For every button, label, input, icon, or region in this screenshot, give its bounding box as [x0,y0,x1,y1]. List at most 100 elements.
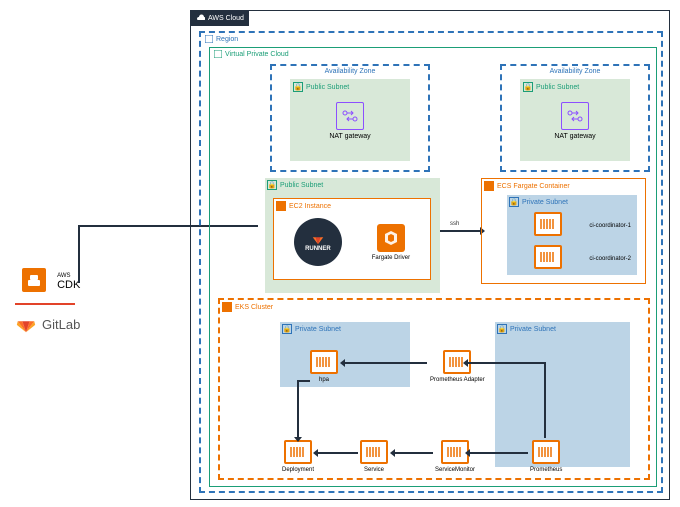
service-monitor-label: ServiceMonitor [435,467,475,473]
container-icon [284,440,312,464]
runner-label: RUNNER [305,246,331,252]
gitlab-runner: RUNNER [294,218,342,266]
eks-ps-right-header: 🔒 Private Subnet [495,322,630,336]
aws-cloud-title: AWS Cloud [208,15,244,22]
ecs-fargate-label: ECS Fargate Container [497,183,570,190]
ec2-instance-label: EC2 Instance [289,203,331,210]
service-service: Service [360,440,388,473]
prometheus-service: Prometheus [530,440,562,473]
container-icon [534,212,562,236]
lock-icon: 🔒 [497,324,507,334]
availability-zone-right: Availability Zone 🔒 Public Subnet NAT ga… [500,64,650,172]
ssh-label: ssh [450,221,459,227]
prometheus-adapter-service: Prometheus Adapter [430,350,485,383]
az-left-label: Availability Zone [272,68,428,75]
aws-cloud-icon [195,13,205,23]
eks-ps-left-label: Private Subnet [295,326,341,333]
vpc-icon [214,50,222,58]
region-label: Region [216,36,238,43]
fargate-subnet-label: Private Subnet [522,199,568,206]
fargate-private-subnet: 🔒 Private Subnet ci-coordinator-1 ci-coo… [507,195,637,275]
region-icon [205,35,213,43]
ec2-instance: EC2 Instance RUNNER Fargate Driver [273,198,431,280]
eks-private-subnet-left: 🔒 Private Subnet [280,322,410,387]
public-subnet-right: 🔒 Public Subnet NAT gateway [520,79,630,161]
prom-to-adapter-h-arrow [468,362,545,364]
public-subnet-right-header: 🔒 Public Subnet [521,80,629,94]
public-subnet-left-label: Public Subnet [306,84,349,91]
fargate-driver: Fargate Driver [372,224,410,261]
public-subnet-left: 🔒 Public Subnet NAT gateway [290,79,410,161]
ecs-fargate-header: ECS Fargate Container [482,179,645,193]
gitlab-item: GitLab [15,313,80,335]
lock-icon: 🔒 [282,324,292,334]
service-label: Service [364,467,384,473]
gitlab-label: GitLab [42,317,80,332]
ecs-fargate-container: ECS Fargate Container 🔒 Private Subnet c… [481,178,646,284]
deployment-label: Deployment [282,467,314,473]
external-vertical-arrow [78,225,80,283]
fargate-driver-icon [377,224,405,252]
nat-gateway-left: NAT gateway [291,94,409,148]
coord1-label: ci-coordinator-1 [589,223,631,229]
nat-icon [336,102,364,130]
aws-cloud-container: AWS Cloud Region Virtual Private Cloud A… [190,10,670,500]
ec2-public-subnet: 🔒 Public Subnet EC2 Instance RUNNER [265,178,440,293]
prom-to-monitor-arrow [470,452,528,454]
region-header: Region [201,33,661,45]
hpa-service: hpa [310,350,338,383]
prometheus-label: Prometheus [530,467,562,473]
ci-coordinator-2: ci-coordinator-2 [507,242,637,275]
ec2-badge-icon [276,201,286,211]
monitor-to-service-arrow [395,452,433,454]
ecs-badge-icon [484,181,494,191]
eks-private-subnet-right: 🔒 Private Subnet [495,322,630,467]
nat-icon [561,102,589,130]
cdk-icon [22,268,46,292]
az-right-label: Availability Zone [502,68,648,75]
nat-right-label: NAT gateway [521,133,629,140]
region-container: Region Virtual Private Cloud Availabilit… [199,31,663,493]
eks-ps-right-label: Private Subnet [510,326,556,333]
public-subnet-left-header: 🔒 Public Subnet [291,80,409,94]
vpc-container: Virtual Private Cloud Availability Zone … [209,47,657,487]
eks-cluster: EKS Cluster 🔒 Private Subnet 🔒 Private S… [218,298,650,480]
fargate-driver-label: Fargate Driver [372,255,410,261]
nat-gateway-right: NAT gateway [521,94,629,148]
prom-to-adapter-v-arrow [544,362,546,438]
ci-coordinator-1: ci-coordinator-1 [507,209,637,242]
vpc-header: Virtual Private Cloud [210,48,656,60]
availability-zone-left: Availability Zone 🔒 Public Subnet NAT ga… [270,64,430,172]
container-icon [310,350,338,374]
deployment-service: Deployment [282,440,314,473]
container-icon [360,440,388,464]
gitlab-icon [15,313,37,335]
ssh-arrow [440,230,480,232]
external-services: AWS CDK GitLab [15,268,80,335]
external-divider [15,303,75,305]
coord2-label: ci-coordinator-2 [589,256,631,262]
lock-icon: 🔒 [293,82,303,92]
hpa-to-deploy-arrow [297,380,299,437]
lock-icon: 🔒 [267,180,277,190]
hpa-horiz-arrow [297,380,310,382]
ec2-content: RUNNER Fargate Driver [274,213,430,271]
cdk-label: CDK [57,279,80,291]
nat-left-label: NAT gateway [291,133,409,140]
eks-cluster-header: EKS Cluster [220,300,648,314]
eks-ps-left-header: 🔒 Private Subnet [280,322,410,336]
adapter-to-hpa-arrow [345,362,427,364]
container-icon [534,245,562,269]
gitlab-runner-icon [310,232,326,246]
eks-cluster-label: EKS Cluster [235,304,273,311]
public-subnet-right-label: Public Subnet [536,84,579,91]
ec2-subnet-header: 🔒 Public Subnet [265,178,440,192]
ec2-subnet-label: Public Subnet [280,182,323,189]
service-to-deploy-arrow [318,452,358,454]
container-icon [532,440,560,464]
lock-icon: 🔒 [509,197,519,207]
aws-cdk-item: AWS CDK [15,268,80,295]
lock-icon: 🔒 [523,82,533,92]
fargate-subnet-header: 🔒 Private Subnet [507,195,637,209]
ec2-instance-header: EC2 Instance [274,199,430,213]
